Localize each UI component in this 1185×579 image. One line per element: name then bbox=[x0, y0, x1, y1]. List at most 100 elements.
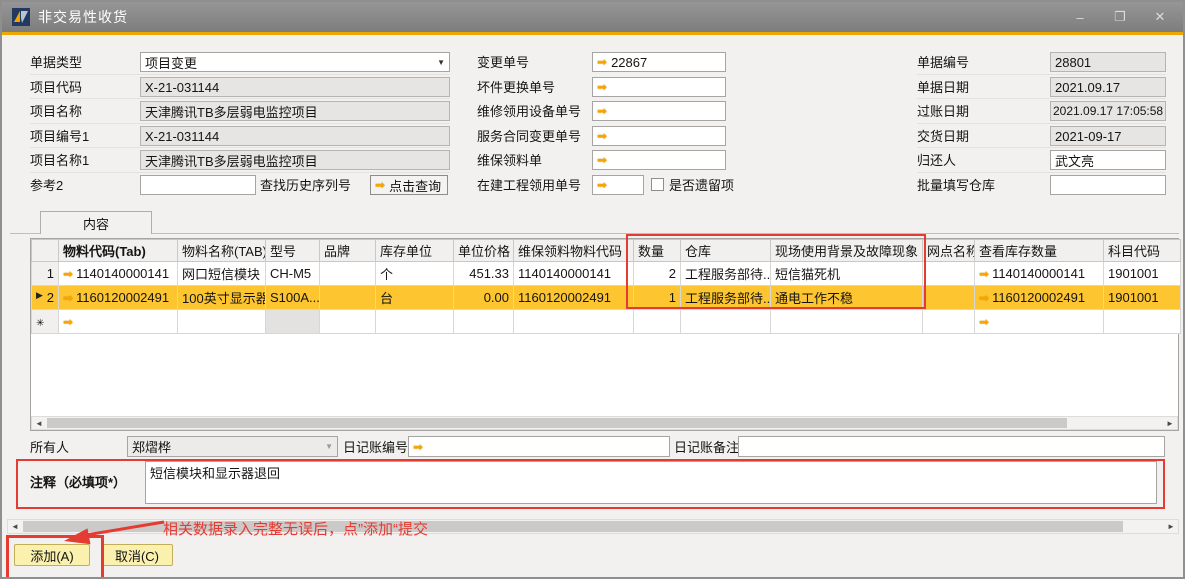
grid-cell[interactable]: 1901001 bbox=[1104, 262, 1181, 286]
grid-column-header[interactable]: 现场使用背景及故障现象 bbox=[771, 240, 923, 262]
journal-remark-input[interactable] bbox=[738, 436, 1165, 457]
grid-cell[interactable] bbox=[771, 310, 923, 334]
grid-cell[interactable] bbox=[923, 310, 975, 334]
tab-content[interactable]: 内容 bbox=[40, 211, 152, 234]
grid-column-header[interactable]: 查看库存数量 bbox=[975, 240, 1104, 262]
grid-column-header[interactable]: 网点名称 bbox=[923, 240, 975, 262]
journal-no-input[interactable]: ➡ bbox=[408, 436, 670, 457]
grid-column-header[interactable]: 仓库 bbox=[681, 240, 771, 262]
grid-cell[interactable]: 网口短信模块 bbox=[178, 262, 266, 286]
grid-cell[interactable]: 1160120002491 bbox=[514, 286, 634, 310]
scroll-right-icon[interactable]: ► bbox=[1164, 520, 1178, 533]
grid-column-header[interactable]: 品牌 bbox=[320, 240, 376, 262]
link-arrow-icon[interactable]: ➡ bbox=[63, 291, 73, 305]
scroll-left-icon[interactable]: ◄ bbox=[8, 520, 22, 533]
grid-cell[interactable]: 1 bbox=[634, 286, 681, 310]
link-arrow-icon[interactable]: ➡ bbox=[597, 130, 607, 142]
grid-cell[interactable] bbox=[178, 310, 266, 334]
doc-type-dropdown[interactable]: 项目变更 ▼ bbox=[140, 52, 450, 72]
grid-column-header[interactable]: 单位价格 bbox=[454, 240, 514, 262]
grid-cell[interactable]: ➡1140140000141 bbox=[59, 262, 178, 286]
grid-cell[interactable]: 通电工作不稳 bbox=[771, 286, 923, 310]
doc-date-field: 2021.09.17 bbox=[1050, 77, 1166, 97]
batch-warehouse-input[interactable] bbox=[1050, 175, 1166, 195]
link-arrow-icon[interactable]: ➡ bbox=[597, 179, 607, 191]
link-arrow-icon[interactable]: ➡ bbox=[597, 105, 607, 117]
grid-cell[interactable]: ➡1160120002491 bbox=[59, 286, 178, 310]
grid-cell[interactable]: 台 bbox=[376, 286, 454, 310]
scroll-left-icon[interactable]: ◄ bbox=[32, 417, 46, 429]
table-row[interactable]: 1➡1140140000141网口短信模块CH-M5个451.331140140… bbox=[32, 262, 1181, 286]
table-row[interactable]: ✳➡➡ bbox=[32, 310, 1181, 334]
grid-column-header[interactable]: 库存单位 bbox=[376, 240, 454, 262]
scroll-right-icon[interactable]: ► bbox=[1163, 417, 1177, 429]
link-arrow-icon[interactable]: ➡ bbox=[413, 441, 423, 453]
grid-cell[interactable] bbox=[320, 310, 376, 334]
link-arrow-icon[interactable]: ➡ bbox=[63, 267, 73, 281]
leftover-checkbox[interactable] bbox=[651, 178, 664, 191]
change-order-input[interactable]: ➡ 22867 bbox=[592, 52, 726, 72]
grid-column-header[interactable]: 维保领料物料代码 bbox=[514, 240, 634, 262]
grid-cell[interactable] bbox=[320, 262, 376, 286]
grid-cell[interactable]: ➡ bbox=[59, 310, 178, 334]
grid-cell[interactable]: S100A... bbox=[266, 286, 320, 310]
grid-cell[interactable] bbox=[320, 286, 376, 310]
bad-part-order-input[interactable]: ➡ bbox=[592, 77, 726, 97]
grid-cell[interactable]: 100英寸显示器 bbox=[178, 286, 266, 310]
journal-no-label: 日记账编号 bbox=[343, 438, 408, 458]
grid-column-header[interactable]: 数量 bbox=[634, 240, 681, 262]
grid-cell[interactable]: 1901001 bbox=[1104, 286, 1181, 310]
maximize-icon[interactable]: ❐ bbox=[1111, 9, 1129, 25]
chevron-down-icon[interactable]: ▼ bbox=[325, 442, 333, 451]
grid-cell[interactable] bbox=[454, 310, 514, 334]
grid-cell[interactable] bbox=[376, 310, 454, 334]
grid-cell[interactable]: 451.33 bbox=[454, 262, 514, 286]
link-arrow-icon[interactable]: ➡ bbox=[979, 267, 989, 281]
grid-cell[interactable]: 2 bbox=[634, 262, 681, 286]
maint-picking-input[interactable]: ➡ bbox=[592, 150, 726, 170]
grid-cell[interactable] bbox=[266, 310, 320, 334]
serial-query-button[interactable]: ➡ 点击查询 bbox=[370, 175, 448, 195]
grid-column-header[interactable]: 物料代码(Tab) bbox=[59, 240, 178, 262]
grid-cell[interactable] bbox=[634, 310, 681, 334]
table-row[interactable]: ▶2➡1160120002491100英寸显示器S100A...台0.00116… bbox=[32, 286, 1181, 310]
grid-column-header[interactable]: 型号 bbox=[266, 240, 320, 262]
returner-input[interactable]: 武文亮 bbox=[1050, 150, 1166, 170]
grid-cell[interactable]: 个 bbox=[376, 262, 454, 286]
grid-cell[interactable] bbox=[1104, 310, 1181, 334]
grid-cell[interactable]: 工程服务部待... bbox=[681, 286, 771, 310]
grid-cell[interactable]: 0.00 bbox=[454, 286, 514, 310]
scrollbar-thumb[interactable] bbox=[47, 418, 1067, 428]
link-arrow-icon[interactable]: ➡ bbox=[979, 315, 989, 329]
grid-cell[interactable]: 工程服务部待... bbox=[681, 262, 771, 286]
link-arrow-icon[interactable]: ➡ bbox=[979, 291, 989, 305]
grid-cell[interactable]: ➡1160120002491 bbox=[975, 286, 1104, 310]
grid-cell[interactable] bbox=[514, 310, 634, 334]
repair-equip-order-input[interactable]: ➡ bbox=[592, 101, 726, 121]
grid-cell[interactable]: 短信猫死机 bbox=[771, 262, 923, 286]
grid-cell-text: 0.00 bbox=[484, 290, 509, 305]
grid-column-header[interactable]: 物料名称(TAB) bbox=[178, 240, 266, 262]
close-icon[interactable]: ✕ bbox=[1151, 9, 1169, 25]
grid-horizontal-scrollbar[interactable]: ◄ ► bbox=[31, 416, 1178, 430]
link-arrow-icon[interactable]: ➡ bbox=[597, 56, 607, 68]
grid-cell[interactable]: CH-M5 bbox=[266, 262, 320, 286]
grid-cell[interactable] bbox=[681, 310, 771, 334]
construction-order-input[interactable]: ➡ bbox=[592, 175, 644, 195]
reference2-input[interactable] bbox=[140, 175, 256, 195]
comments-textarea[interactable]: 短信模块和显示器退回 bbox=[145, 461, 1157, 504]
service-contract-order-input[interactable]: ➡ bbox=[592, 126, 726, 146]
grid-cell[interactable]: ➡1140140000141 bbox=[975, 262, 1104, 286]
chevron-down-icon[interactable]: ▼ bbox=[437, 58, 445, 67]
grid-cell[interactable] bbox=[923, 286, 975, 310]
owner-dropdown[interactable]: 郑熠桦 ▼ bbox=[127, 436, 338, 457]
link-arrow-icon[interactable]: ➡ bbox=[597, 81, 607, 93]
link-arrow-icon[interactable]: ➡ bbox=[597, 154, 607, 166]
grid-cell[interactable] bbox=[923, 262, 975, 286]
grid-cell[interactable]: 1140140000141 bbox=[514, 262, 634, 286]
grid-column-header[interactable]: 科目代码 bbox=[1104, 240, 1181, 262]
link-arrow-icon[interactable]: ➡ bbox=[63, 315, 73, 329]
grid-cell[interactable]: ➡ bbox=[975, 310, 1104, 334]
grid-cell-text: CH-M5 bbox=[270, 266, 311, 281]
minimize-icon[interactable]: – bbox=[1071, 10, 1089, 25]
